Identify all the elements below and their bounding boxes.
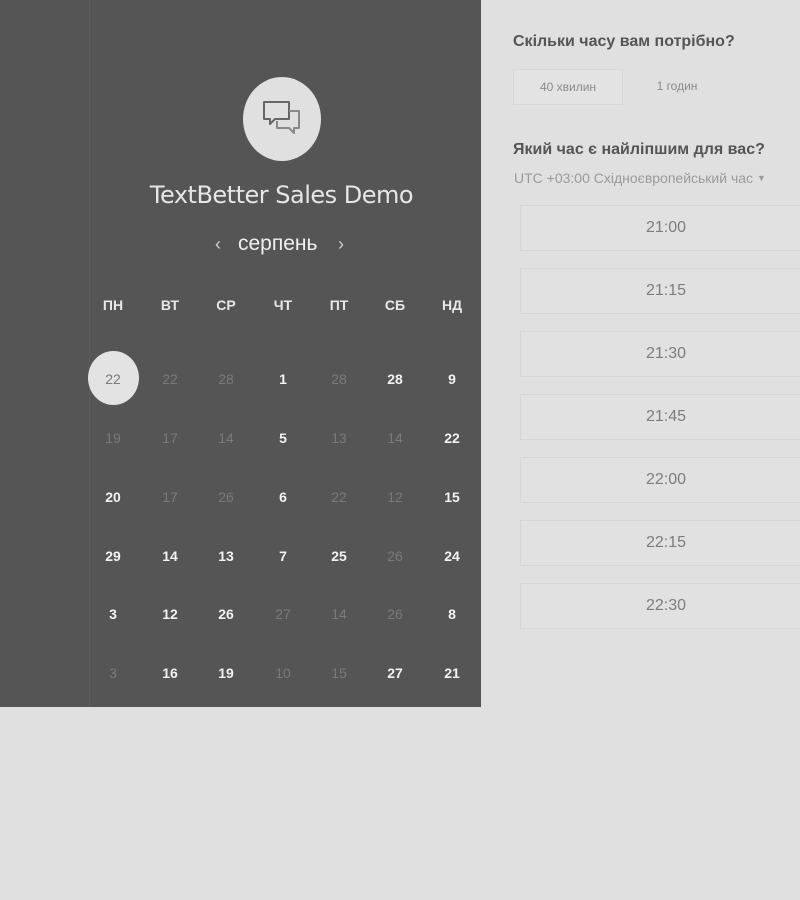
calendar-day: 17 [162, 430, 178, 446]
left-strip [0, 0, 90, 707]
duration-question: Скільки часу вам потрібно? [513, 33, 735, 50]
event-title: TextBetter Sales Demo [149, 181, 414, 209]
calendar-day: 15 [331, 665, 347, 681]
calendar-day[interactable]: 24 [430, 548, 474, 564]
weekday-label: СР [216, 297, 236, 313]
calendar-day: 28 [218, 371, 234, 387]
calendar-day[interactable]: 8 [430, 606, 474, 622]
calendar-day: 22 [162, 371, 178, 387]
calendar-day: 10 [275, 665, 291, 681]
calendar-day[interactable]: 9 [430, 371, 474, 387]
weekday-label: СБ [384, 297, 406, 313]
time-slot[interactable]: 21:00 [520, 205, 800, 251]
calendar-day: 13 [331, 430, 347, 446]
calendar-day[interactable]: 19 [204, 665, 248, 681]
time-slot[interactable]: 22:15 [520, 520, 800, 566]
calendar-day: 28 [331, 371, 347, 387]
calendar-day[interactable]: 13 [204, 548, 248, 564]
calendar-day: 3 [109, 665, 117, 681]
calendar-day-selected[interactable]: 22 [91, 371, 135, 387]
timezone-selector[interactable]: UTC +03:00 Східноєвропейський час ▼ [514, 170, 766, 186]
calendar-day: 22 [331, 489, 347, 505]
calendar-day: 26 [218, 489, 234, 505]
chat-bubbles-icon [263, 101, 300, 134]
booking-panel: Скільки часу вам потрібно? 40 хвилин 1 г… [481, 0, 800, 707]
time-slot[interactable]: 22:30 [520, 583, 800, 629]
calendar-day[interactable]: 5 [261, 430, 305, 446]
calendar-day: 14 [218, 430, 234, 446]
duration-option-40min[interactable]: 40 хвилин [513, 69, 623, 105]
calendar-day[interactable]: 12 [148, 606, 192, 622]
chevron-right-icon[interactable]: › [338, 234, 344, 255]
caret-down-icon: ▼ [757, 173, 766, 183]
calendar-day[interactable]: 6 [261, 489, 305, 505]
calendar-day[interactable]: 27 [373, 665, 417, 681]
weekday-label: НД [441, 297, 463, 313]
calendar-day[interactable]: 25 [317, 548, 361, 564]
calendar-day[interactable]: 3 [91, 606, 135, 622]
calendar-day[interactable]: 14 [148, 548, 192, 564]
calendar-day: 12 [387, 489, 403, 505]
calendar-day[interactable]: 15 [430, 489, 474, 505]
month-navigation: ‹ серпень › [200, 232, 364, 260]
calendar-day: 26 [387, 548, 403, 564]
calendar-day: 14 [387, 430, 403, 446]
weekday-label: ВТ [160, 297, 180, 313]
time-slot[interactable]: 22:00 [520, 457, 800, 503]
calendar-day[interactable]: 21 [430, 665, 474, 681]
duration-option-1hour[interactable]: 1 годин [622, 69, 732, 103]
event-logo [243, 77, 321, 161]
timezone-label: UTC +03:00 Східноєвропейський час [514, 170, 754, 186]
calendar-day[interactable]: 7 [261, 548, 305, 564]
calendar-panel: TextBetter Sales Demo ‹ серпень › ПН ВТ СР… [0, 0, 481, 707]
weekday-label: ПТ [329, 297, 349, 313]
chevron-left-icon[interactable]: ‹ [215, 234, 221, 255]
time-question: Який час є найліпшим для вас? [513, 141, 765, 158]
calendar-day[interactable]: 28 [373, 371, 417, 387]
weekday-label: ПН [102, 297, 124, 313]
calendar-day: 17 [162, 489, 178, 505]
calendar-day[interactable]: 20 [91, 489, 135, 505]
time-slot[interactable]: 21:15 [520, 268, 800, 314]
calendar-day: 27 [275, 606, 291, 622]
calendar-day[interactable]: 22 [430, 430, 474, 446]
weekday-label: ЧТ [273, 297, 293, 313]
calendar-day: 19 [105, 430, 121, 446]
calendar-day[interactable]: 26 [204, 606, 248, 622]
month-label: серпень [238, 232, 318, 255]
time-slot[interactable]: 21:45 [520, 394, 800, 440]
time-slot[interactable]: 21:30 [520, 331, 800, 377]
calendar-day[interactable]: 16 [148, 665, 192, 681]
calendar-day[interactable]: 29 [91, 548, 135, 564]
calendar-day: 26 [387, 606, 403, 622]
calendar-day: 14 [331, 606, 347, 622]
calendar-day[interactable]: 1 [261, 371, 305, 387]
